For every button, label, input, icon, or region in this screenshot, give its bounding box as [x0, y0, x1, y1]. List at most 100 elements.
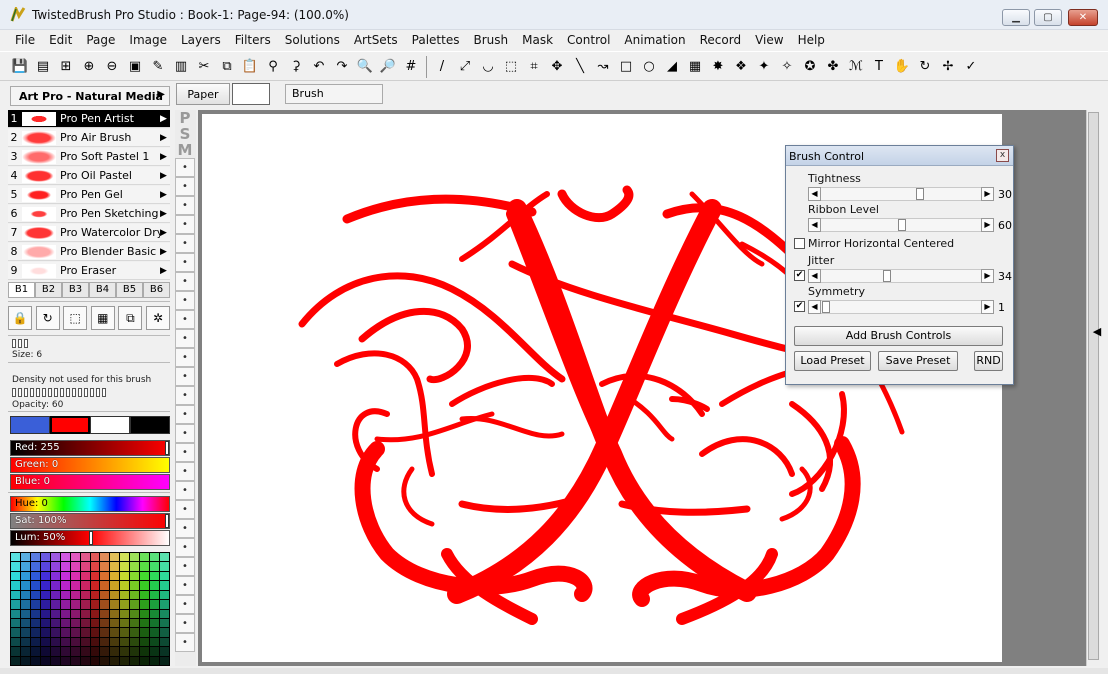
palette-swatch[interactable]: [120, 600, 130, 609]
menu-record[interactable]: Record: [693, 33, 748, 47]
palette-swatch[interactable]: [140, 637, 150, 647]
prev-page-icon[interactable]: ⊕: [79, 56, 99, 76]
palette-swatch[interactable]: [110, 637, 120, 647]
palette-swatch[interactable]: [100, 647, 110, 656]
palette-swatch[interactable]: [160, 581, 169, 590]
jitter-slider[interactable]: ◀ ▶: [808, 269, 994, 283]
palette-swatch[interactable]: [30, 562, 40, 571]
zoom-out-icon[interactable]: 🔎: [378, 56, 398, 76]
fill-icon[interactable]: ◢: [662, 56, 682, 76]
layer-slot[interactable]: •: [175, 614, 195, 633]
brush-control-titlebar[interactable]: Brush Control x: [786, 146, 1013, 166]
palette-swatch[interactable]: [30, 590, 40, 600]
secondary-color-swatch[interactable]: [90, 416, 130, 434]
palette-swatch[interactable]: [50, 600, 60, 609]
ellipse-icon[interactable]: ○: [639, 56, 659, 76]
palette-swatch[interactable]: [30, 628, 40, 637]
palette-swatch[interactable]: [30, 553, 40, 562]
palette-swatch[interactable]: [130, 600, 140, 609]
palette-swatch[interactable]: [60, 571, 70, 581]
palette-swatch[interactable]: [90, 609, 100, 618]
menu-file[interactable]: File: [8, 33, 42, 47]
layer-slot[interactable]: •: [175, 253, 195, 272]
menu-palettes[interactable]: Palettes: [405, 33, 467, 47]
layer-slot[interactable]: •: [175, 386, 195, 405]
palette-swatch[interactable]: [50, 553, 60, 562]
palette-swatch[interactable]: [130, 637, 140, 647]
palette-swatch[interactable]: [160, 628, 169, 637]
palette-swatch[interactable]: [140, 590, 150, 600]
random-button[interactable]: RND: [974, 351, 1003, 371]
vertical-scroll-thumb[interactable]: [1088, 112, 1099, 660]
line-tool-icon[interactable]: /: [432, 56, 452, 76]
palette-swatch[interactable]: [30, 609, 40, 618]
bucket-icon[interactable]: ◡: [478, 56, 498, 76]
palette-swatch[interactable]: [20, 618, 30, 628]
green-slider[interactable]: Green: 0: [10, 457, 170, 473]
layer-slot[interactable]: •: [175, 291, 195, 310]
new-page-icon[interactable]: ⊞: [56, 56, 76, 76]
palette-swatch[interactable]: [80, 609, 90, 618]
palette-swatch[interactable]: [160, 656, 169, 665]
palette-swatch[interactable]: [80, 628, 90, 637]
layer-slot[interactable]: •: [175, 519, 195, 538]
symmetry-slider[interactable]: ◀ ▶: [808, 300, 994, 314]
palette-swatch[interactable]: [150, 628, 160, 637]
palette-swatch[interactable]: [110, 590, 120, 600]
palette-swatch[interactable]: [90, 600, 100, 609]
palette-swatch[interactable]: [20, 656, 30, 665]
brush-lock-icon[interactable]: 🔒: [8, 306, 32, 330]
palette-swatch[interactable]: [140, 553, 150, 562]
select-color-icon[interactable]: ⚲: [263, 56, 283, 76]
palette-swatch[interactable]: [160, 618, 169, 628]
ribbon-level-slider[interactable]: ◀ ▶: [808, 218, 994, 232]
palette-swatch[interactable]: [60, 553, 70, 562]
palette-swatch[interactable]: [140, 628, 150, 637]
rotate-icon[interactable]: ↻: [915, 56, 935, 76]
text-icon[interactable]: T: [869, 56, 889, 76]
add-brush-controls-button[interactable]: Add Brush Controls: [794, 326, 1003, 346]
brush-name-field[interactable]: Brush: [285, 84, 383, 104]
palette-swatch[interactable]: [40, 562, 50, 571]
marquee-icon[interactable]: ⬚: [501, 56, 521, 76]
layer-slot[interactable]: •: [175, 367, 195, 386]
brush-item[interactable]: 9 Pro Eraser ▶: [8, 262, 170, 280]
move-icon[interactable]: ✥: [547, 56, 567, 76]
palette-swatch[interactable]: [40, 600, 50, 609]
script-icon[interactable]: ✎: [148, 56, 168, 76]
brushes-icon[interactable]: ℳ: [846, 56, 866, 76]
palette-swatch[interactable]: [130, 553, 140, 562]
palette-swatch[interactable]: [100, 600, 110, 609]
palette-swatch[interactable]: [11, 562, 20, 571]
palette-swatch[interactable]: [120, 571, 130, 581]
palette-swatch[interactable]: [120, 628, 130, 637]
sat-slider[interactable]: Sat: 100%: [10, 513, 170, 529]
brush-submenu-arrow-icon[interactable]: ▶: [160, 247, 170, 257]
symmetry-knob[interactable]: [822, 301, 830, 313]
palette-swatch[interactable]: [60, 656, 70, 665]
color-swatch-black[interactable]: [130, 416, 170, 434]
palette-swatch[interactable]: [110, 628, 120, 637]
magic-icon[interactable]: ✓: [961, 56, 981, 76]
palette-swatch[interactable]: [120, 553, 130, 562]
palette-swatch[interactable]: [130, 590, 140, 600]
palette-swatch[interactable]: [100, 637, 110, 647]
palette-swatch[interactable]: [80, 647, 90, 656]
palette-swatch[interactable]: [100, 656, 110, 665]
jitter-knob[interactable]: [883, 270, 891, 282]
symmetry-left-arrow-icon[interactable]: ◀: [808, 300, 821, 314]
palette-swatch[interactable]: [160, 590, 169, 600]
ribbon-right-arrow-icon[interactable]: ▶: [981, 218, 994, 232]
stamp-icon[interactable]: ✤: [823, 56, 843, 76]
palette-swatch[interactable]: [60, 647, 70, 656]
palette-swatch[interactable]: [60, 590, 70, 600]
palette-swatch[interactable]: [30, 581, 40, 590]
palette-swatch[interactable]: [20, 637, 30, 647]
menu-mask[interactable]: Mask: [515, 33, 560, 47]
menu-solutions[interactable]: Solutions: [278, 33, 347, 47]
layer-slot[interactable]: •: [175, 424, 195, 443]
checker-icon[interactable]: ▦: [685, 56, 705, 76]
cut-icon[interactable]: ✂: [194, 56, 214, 76]
numbers-icon[interactable]: #: [401, 56, 421, 76]
palette-swatch[interactable]: [150, 647, 160, 656]
